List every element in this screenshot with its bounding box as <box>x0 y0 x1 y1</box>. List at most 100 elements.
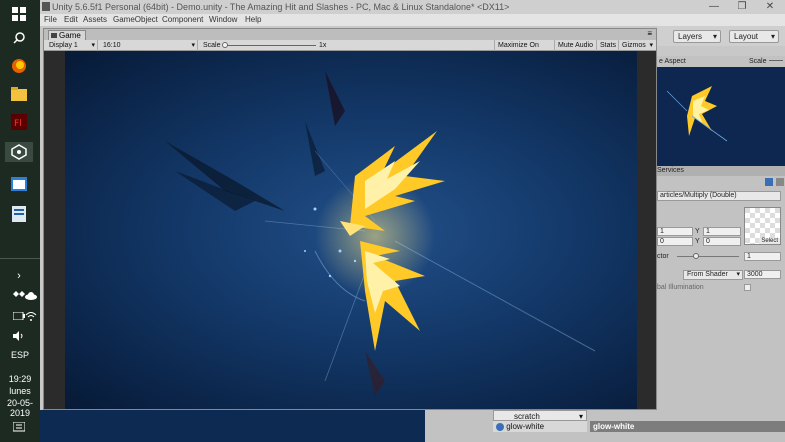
menu-bar: File Edit Assets GameObject Component Wi… <box>40 14 785 26</box>
chevron-down-icon: ▾ <box>191 42 195 49</box>
minimize-button[interactable]: — <box>700 0 728 14</box>
tab-game-label: Game <box>59 31 81 40</box>
menu-gameobject[interactable]: GameObject <box>113 14 158 26</box>
chevron-down-icon: ▾ <box>91 42 95 49</box>
menu-edit[interactable]: Edit <box>64 14 78 26</box>
menu-assets[interactable]: Assets <box>83 14 107 26</box>
search-icon[interactable] <box>8 28 30 48</box>
notifications-icon[interactable] <box>8 418 30 438</box>
tab-services[interactable]: Services <box>657 166 684 176</box>
chevron-down-icon: ▾ <box>649 42 653 49</box>
glow-white-label: glow-white <box>506 422 545 431</box>
window-title: Unity 5.6.5f1 Personal (64bit) - Demo.un… <box>40 0 785 14</box>
display-dropdown[interactable]: Display 1 ▾ <box>46 40 98 51</box>
layout-label: Layout <box>734 32 759 41</box>
layers-label: Layers <box>678 32 703 41</box>
scene-view-panel[interactable] <box>657 56 785 166</box>
bottom-scene-preview <box>40 410 425 442</box>
svg-text:Fl: Fl <box>14 119 22 129</box>
panel-menu-icon[interactable]: ≡ <box>647 29 652 38</box>
factor-field[interactable]: 1 <box>744 252 781 261</box>
scene-view-header: e Aspect Scale <box>657 56 785 67</box>
factor-label: ctor <box>657 253 669 260</box>
global-illumination-checkbox[interactable] <box>744 284 751 291</box>
tiling-y-field[interactable]: 1 <box>703 227 741 236</box>
scale-slider-track[interactable] <box>224 45 316 46</box>
maximize-button[interactable]: ❐ <box>728 0 756 14</box>
hit-effect-render <box>165 71 596 396</box>
chevron-down-icon: ▾ <box>736 271 740 278</box>
flash-icon[interactable]: Fl <box>8 112 30 132</box>
scale-slider-handle[interactable] <box>222 42 228 48</box>
main-toolbar-right: Layers ▾ Layout ▾ <box>657 26 785 46</box>
wifi-icon[interactable] <box>20 306 42 326</box>
scratch-dropdown[interactable]: scratch ▾ <box>493 410 587 421</box>
gear-icon[interactable] <box>776 178 784 186</box>
game-viewport[interactable] <box>65 51 637 409</box>
glow-white-preview-title: glow-white <box>590 421 785 432</box>
shader-dropdown[interactable]: articles/Multiply (Double) <box>657 191 781 201</box>
language-indicator[interactable]: ESP <box>0 350 40 360</box>
windows-taskbar: Fl › ESP 19:29 lunes 20-05-2019 <box>0 0 40 442</box>
aspect-dropdown[interactable]: 16:10 ▾ <box>100 40 198 51</box>
chevron-right-icon[interactable]: › <box>8 266 30 286</box>
scene-scale-label: Scale <box>749 58 767 65</box>
unity-icon[interactable] <box>5 142 33 162</box>
scene-scale-slider[interactable] <box>769 60 783 61</box>
texture-slot[interactable]: Select <box>744 207 781 245</box>
menu-file[interactable]: File <box>44 14 57 26</box>
document-app-icon[interactable] <box>8 204 30 224</box>
inspector-panel: Services articles/Multiply (Double) 1 Y … <box>657 166 785 410</box>
gizmos-label: Gizmos <box>622 42 646 49</box>
gizmos-dropdown[interactable]: Gizmos ▾ <box>619 40 655 51</box>
chevron-down-icon: ▾ <box>712 32 717 41</box>
aspect-label: 16:10 <box>103 42 121 49</box>
menu-window[interactable]: Window <box>209 14 237 26</box>
scene-aspect-label[interactable]: e Aspect <box>659 58 686 65</box>
offset-y-label: Y <box>695 238 700 245</box>
volume-icon[interactable] <box>8 326 30 346</box>
clock-day: lunes <box>9 386 31 396</box>
mute-audio-button[interactable]: Mute Audio <box>555 40 597 51</box>
glow-white-material[interactable]: glow-white <box>493 421 587 432</box>
windows-start-icon[interactable] <box>8 4 30 24</box>
maximize-on-play-button[interactable]: Maximize On Play <box>494 40 555 60</box>
scene-effect-preview <box>666 86 728 142</box>
menu-component[interactable]: Component <box>162 14 203 26</box>
firefox-icon[interactable] <box>8 56 30 76</box>
divider <box>0 258 40 259</box>
global-illumination-label: bal Illumination <box>657 284 704 291</box>
tiling-y-label: Y <box>695 228 700 235</box>
select-texture-button[interactable]: Select <box>759 238 780 244</box>
bottom-panel: scratch ▾ glow-white glow-white <box>40 410 785 442</box>
from-shader-label: From Shader <box>687 271 728 278</box>
render-queue-dropdown[interactable]: From Shader ▾ <box>683 270 743 280</box>
stats-button[interactable]: Stats <box>597 40 619 51</box>
game-view-window: Game ≡ Display 1 ▾ 16:10 ▾ Scale 1x Maximi… <box>43 28 657 410</box>
game-tab-bar: Game ≡ <box>44 29 656 40</box>
clock-time[interactable]: 19:29 <box>0 374 40 384</box>
file-explorer-icon[interactable] <box>8 84 30 104</box>
layers-dropdown[interactable]: Layers ▾ <box>673 30 721 43</box>
window-app-icon[interactable] <box>8 174 30 194</box>
shader-name: articles/Multiply (Double) <box>660 192 737 199</box>
offset-x-field[interactable]: 0 <box>657 237 693 246</box>
scale-label: Scale <box>203 42 221 49</box>
factor-slider-handle[interactable] <box>693 253 699 259</box>
layout-dropdown[interactable]: Layout ▾ <box>729 30 779 43</box>
menu-help[interactable]: Help <box>245 14 261 26</box>
help-icon[interactable] <box>765 178 773 186</box>
clock-date: 20-05-2019 <box>6 398 33 418</box>
display-label: Display 1 <box>49 42 78 49</box>
tiling-x-field[interactable]: 1 <box>657 227 693 236</box>
factor-slider-track[interactable] <box>677 256 739 257</box>
game-controller-icon <box>51 33 57 38</box>
offset-y-field[interactable]: 0 <box>703 237 741 246</box>
unity-logo-icon <box>42 2 50 11</box>
services-tab-bar: Services <box>657 166 785 176</box>
cloud-icon[interactable] <box>20 286 42 306</box>
scale-value: 1x <box>319 42 327 49</box>
close-button[interactable]: ✕ <box>756 0 784 14</box>
tab-game[interactable]: Game <box>48 30 86 40</box>
render-queue-field[interactable]: 3000 <box>744 270 781 279</box>
